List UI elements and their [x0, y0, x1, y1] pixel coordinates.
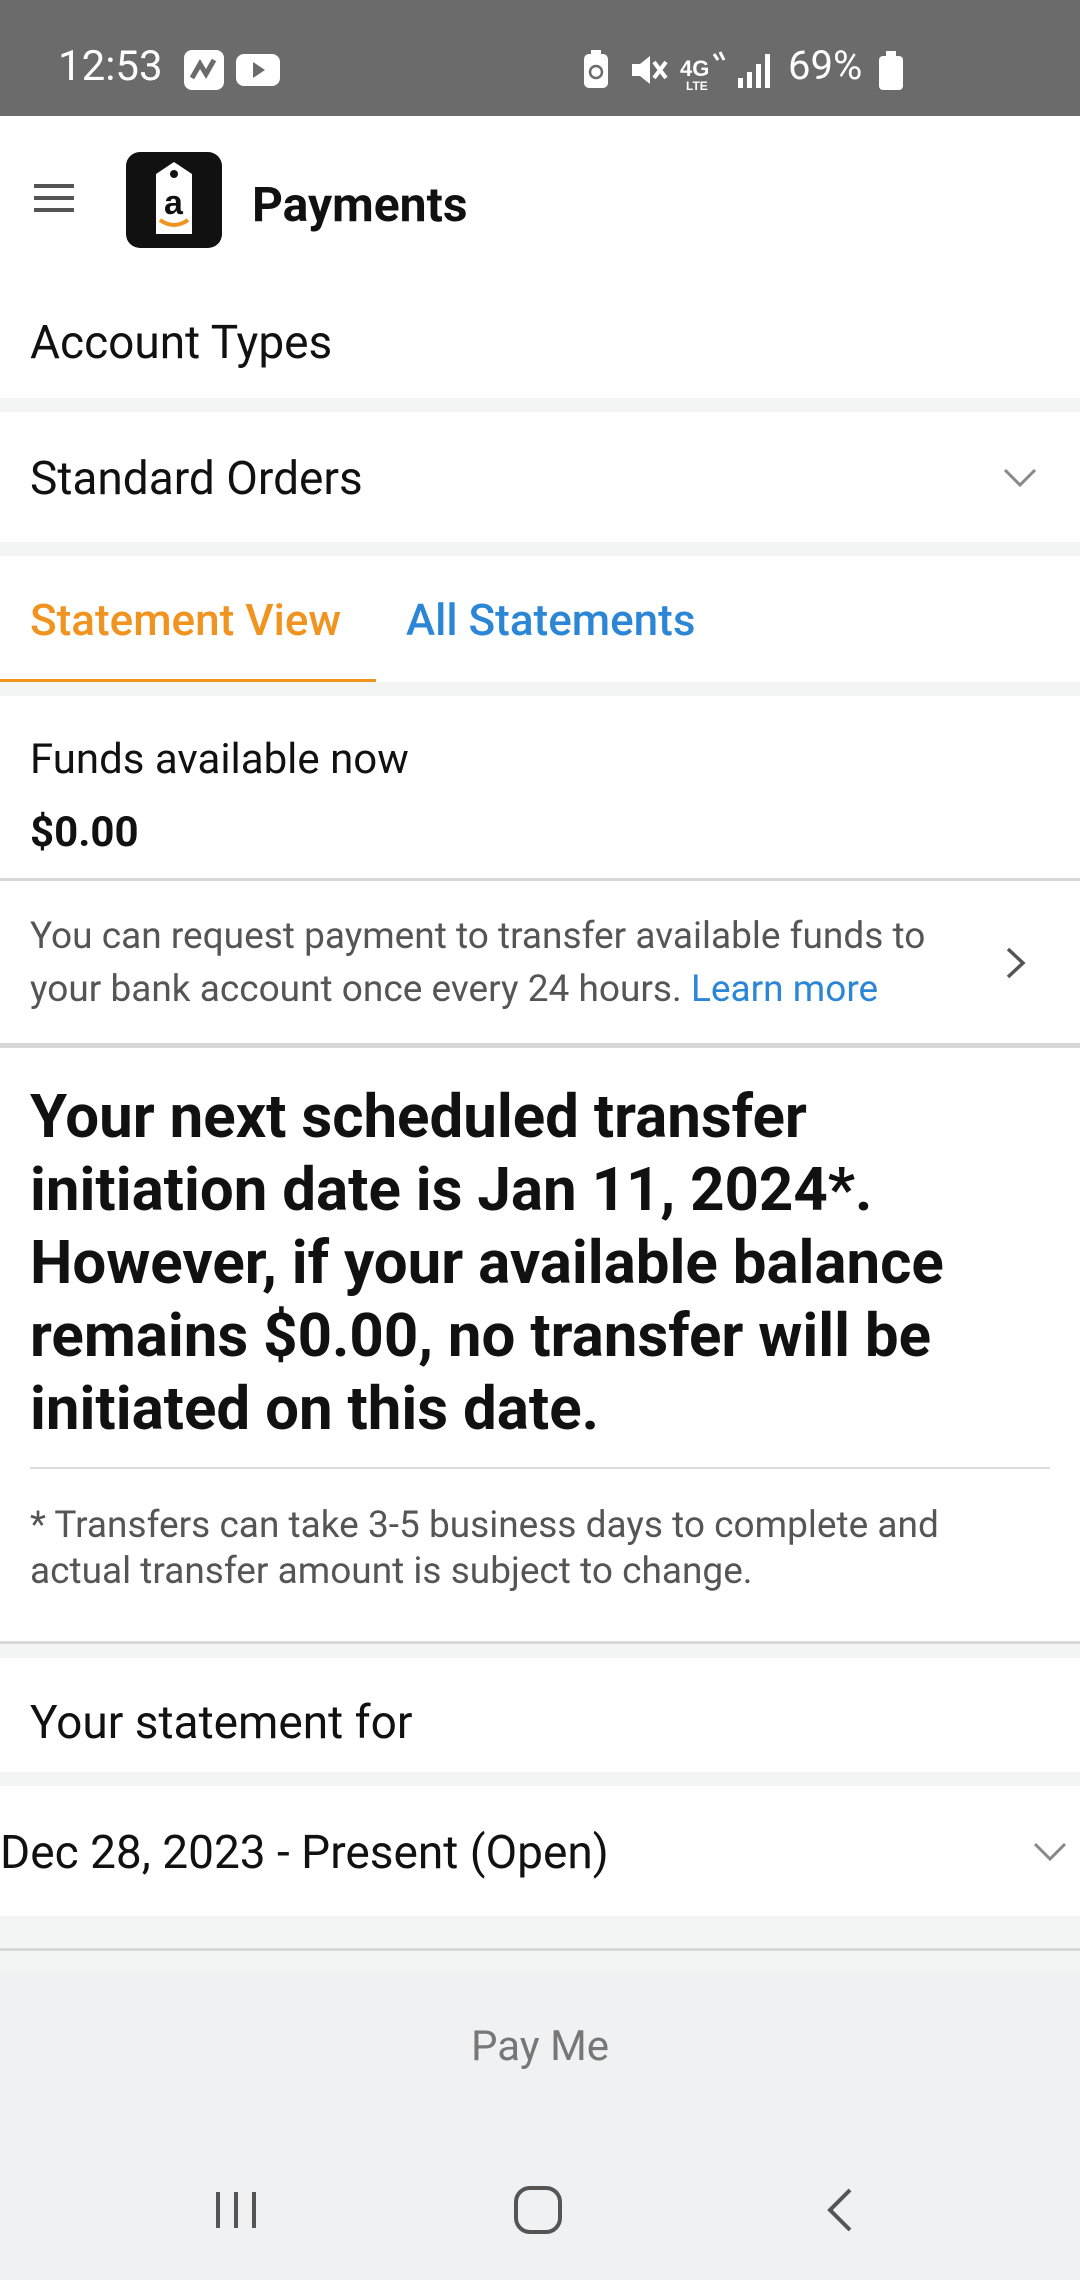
section-gap — [0, 682, 1080, 696]
transfer-footnote: * Transfers can take 3-5 business days t… — [30, 1504, 939, 1593]
statement-period-dropdown[interactable]: Dec 28, 2023 - Present (Open) — [0, 1786, 1080, 1916]
section-gap — [0, 1916, 1080, 1970]
statement-period-selected: Dec 28, 2023 - Present (Open) — [0, 1826, 609, 1880]
pay-me-label: Pay Me — [470, 2022, 610, 2071]
svg-text:a: a — [164, 184, 184, 222]
chevron-right-icon[interactable] — [1005, 946, 1027, 980]
funds-available-label: Funds available now — [30, 735, 409, 784]
divider — [0, 878, 1080, 881]
statement-tabs: Statement View All Statements — [0, 556, 1080, 685]
statement-for-header: Your statement for — [0, 1658, 1080, 1772]
signal-strength-icon — [738, 54, 770, 88]
section-gap — [0, 542, 1080, 556]
tab-all-statements[interactable]: All Statements — [406, 594, 695, 646]
lte-4g-icon: 4G LTE — [680, 51, 726, 90]
account-type-dropdown[interactable]: Standard Orders — [0, 412, 1080, 542]
battery-icon — [879, 51, 903, 90]
pay-me-button[interactable]: Pay Me — [0, 1970, 1080, 2136]
statement-for-label: Your statement for — [30, 1696, 413, 1750]
divider — [30, 1467, 1050, 1469]
account-types-header: Account Types — [0, 282, 1080, 398]
amazon-seller-logo: a — [126, 152, 222, 248]
account-types-label: Account Types — [30, 316, 333, 370]
svg-text:4G: 4G — [680, 56, 709, 81]
home-icon[interactable] — [512, 2184, 564, 2236]
svg-text:LTE: LTE — [686, 79, 708, 90]
amazon-tag-icon: a — [156, 162, 192, 234]
funds-available-value: $0.00 — [30, 808, 139, 857]
app-bar: a Payments — [0, 116, 1080, 285]
chevron-down-icon — [1003, 468, 1037, 488]
section-gap — [0, 1644, 1080, 1658]
recent-apps-icon[interactable] — [212, 2188, 260, 2232]
payment-request-info[interactable]: You can request payment to transfer avai… — [30, 910, 990, 1016]
section-gap — [0, 398, 1080, 412]
system-navigation-bar — [0, 2136, 1080, 2280]
tab-statement-view[interactable]: Statement View — [30, 594, 341, 646]
youtube-notification-icon — [236, 54, 280, 86]
status-bar: 12:53 4G LTE 69% — [0, 0, 1080, 116]
section-gap — [0, 1772, 1080, 1786]
account-type-selected: Standard Orders — [30, 452, 363, 506]
divider — [0, 1948, 1080, 1951]
battery-saver-icon — [584, 50, 608, 88]
hamburger-menu-icon[interactable] — [34, 182, 74, 214]
status-time: 12:53 — [58, 42, 163, 91]
scheduled-transfer-message: Your next scheduled transfer initiation … — [30, 1081, 944, 1444]
learn-more-link[interactable]: Learn more — [691, 968, 878, 1011]
page-title: Payments — [252, 176, 468, 233]
chevron-down-icon — [1033, 1842, 1067, 1862]
mute-icon — [632, 56, 668, 84]
divider — [0, 1043, 1080, 1048]
back-icon[interactable] — [824, 2186, 856, 2234]
battery-percent: 69% — [788, 42, 863, 89]
app-notification-icon — [184, 50, 224, 90]
